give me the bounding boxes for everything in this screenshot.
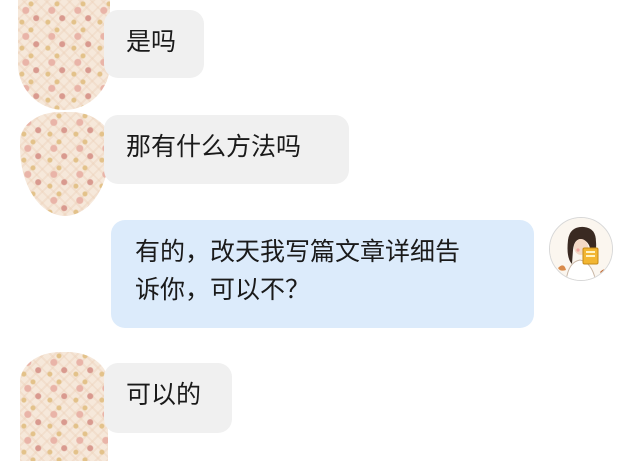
- self-avatar-icon[interactable]: [549, 217, 613, 281]
- incoming-message-bubble[interactable]: 可以的: [104, 363, 232, 433]
- message-text-line: 有的，改天我写篇文章详细告: [135, 237, 461, 266]
- message-text-line: 诉你，可以不？: [135, 275, 311, 304]
- outgoing-message-bubble[interactable]: 有的，改天我写篇文章详细告 诉你，可以不？: [111, 220, 534, 328]
- incoming-message-bubble[interactable]: 那有什么方法吗: [104, 115, 349, 184]
- message-text: 那有什么方法吗: [126, 132, 302, 161]
- chat-thread: 是吗 那有什么方法吗 有的，改天我写篇文章详细告 诉你，可以不？ 可以的: [0, 0, 640, 461]
- incoming-message-bubble[interactable]: 是吗: [104, 10, 204, 78]
- contact-avatar-icon[interactable]: [20, 352, 108, 461]
- contact-avatar-icon[interactable]: [20, 112, 110, 216]
- contact-avatar-icon[interactable]: [18, 0, 110, 110]
- message-text: 可以的: [126, 380, 202, 409]
- girl-reading-avatar-icon: [550, 218, 612, 280]
- message-text: 是吗: [126, 27, 177, 56]
